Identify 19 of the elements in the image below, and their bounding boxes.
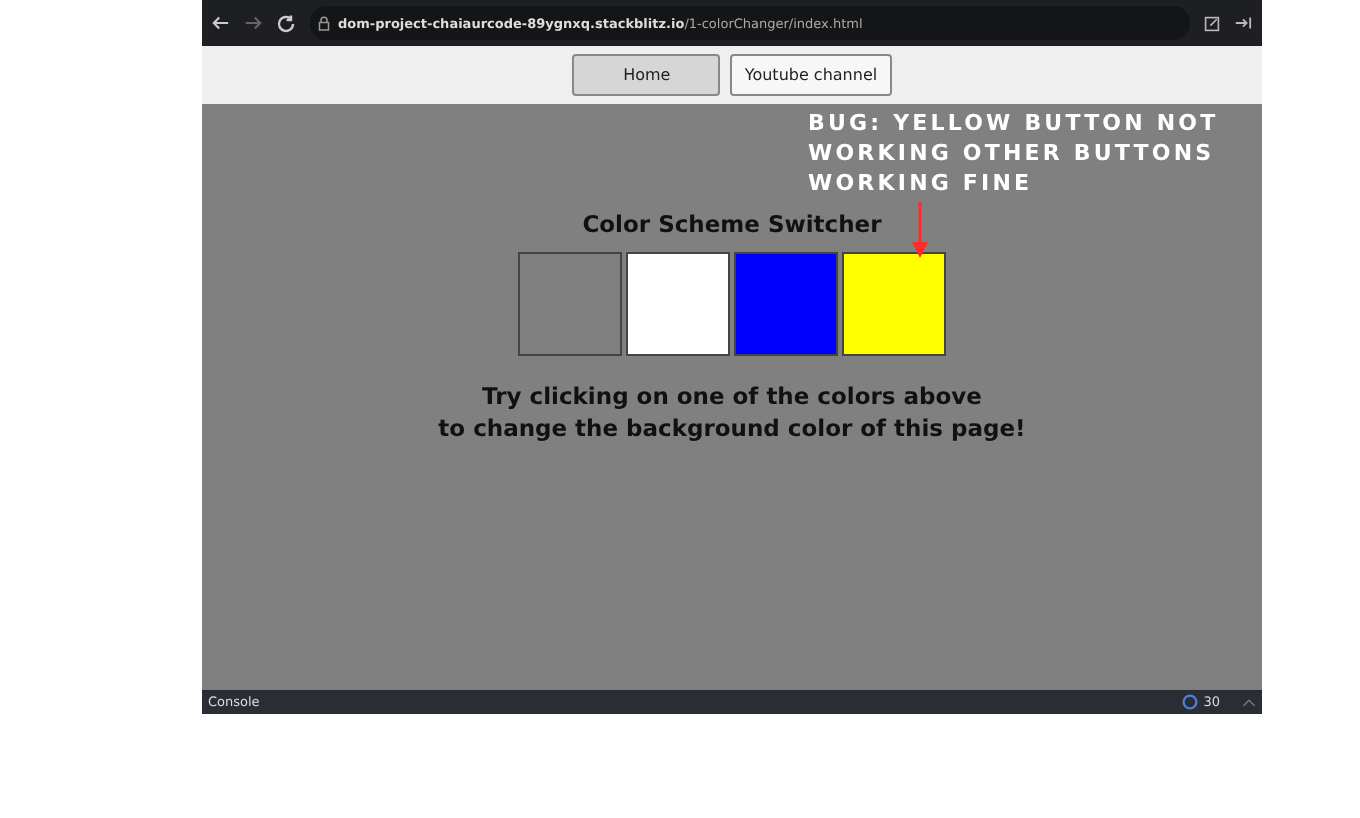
annotation-text: BUG: YELLOW BUTTON NOT WORKING OTHER BUTTONS WORKING FINE [808,108,1221,198]
reload-icon[interactable] [276,13,296,33]
color-swatch[interactable] [734,252,838,356]
instruction-text: Try clicking on one of the colors above [480,380,984,412]
forward-icon[interactable] [244,14,262,32]
back-icon[interactable] [212,14,230,32]
chevron-up-icon[interactable] [1242,697,1256,707]
color-swatch[interactable] [842,252,946,356]
lock-icon [318,15,330,31]
nav-button[interactable]: Youtube channel [730,54,892,96]
color-swatch[interactable] [518,252,622,356]
external-link-icon[interactable] [1204,15,1220,31]
exit-icon[interactable] [1234,14,1252,32]
nav-button[interactable]: Home [572,54,721,96]
heading: Color Scheme Switcher [582,210,882,238]
color-swatch[interactable] [626,252,730,356]
instruction-text: to change the background color of this page! [438,412,1026,444]
arrow-icon [912,202,928,258]
badge-icon [1181,694,1198,710]
